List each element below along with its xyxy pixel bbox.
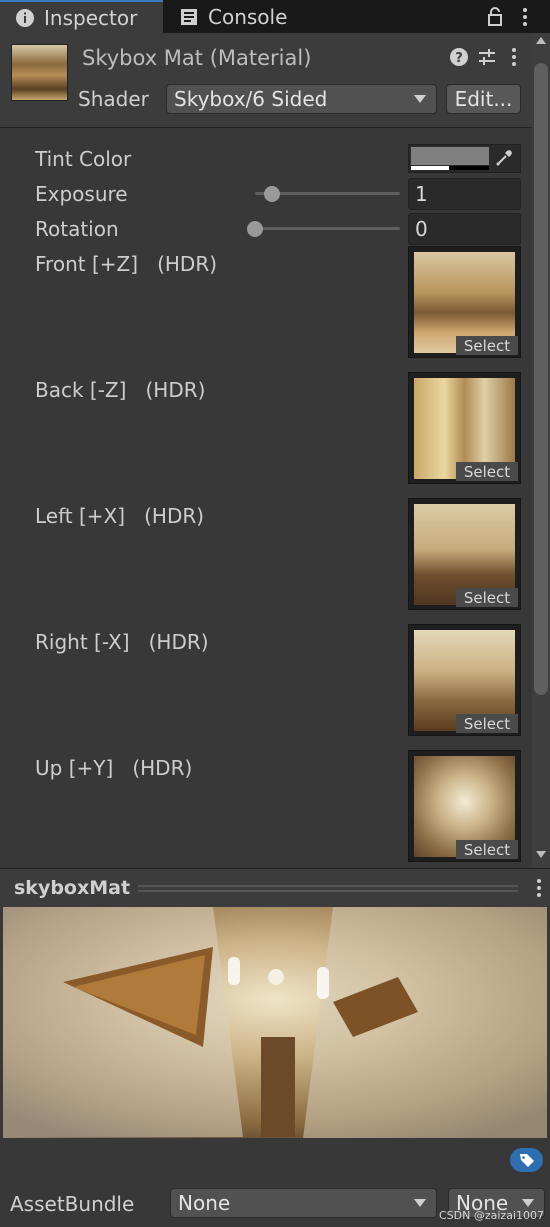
rotation-label: Rotation xyxy=(35,217,119,241)
select-button[interactable]: Select xyxy=(456,588,518,607)
assetbundle-dropdown[interactable]: None xyxy=(170,1188,437,1218)
context-menu-icon[interactable] xyxy=(509,47,519,71)
texture-slot-up[interactable]: Select xyxy=(408,750,521,862)
texture-slot-right[interactable]: Select xyxy=(408,624,521,736)
skybox-preview-image xyxy=(3,907,547,1138)
material-header: Skybox Mat (Material) ? Shader Skybox/6 … xyxy=(0,33,550,128)
svg-text:?: ? xyxy=(455,51,463,66)
tab-console[interactable]: Console xyxy=(178,0,287,33)
exposure-label: Exposure xyxy=(35,182,128,206)
shader-label: Shader xyxy=(78,87,149,111)
shader-value: Skybox/6 Sided xyxy=(174,87,328,111)
presets-icon[interactable] xyxy=(477,47,497,71)
shader-dropdown[interactable]: Skybox/6 Sided xyxy=(166,84,437,114)
material-properties: Tint Color Exposure 1 Rotation 0 Front [… xyxy=(0,128,532,868)
texture-label-back: Back [-Z] (HDR) xyxy=(35,378,206,402)
info-icon xyxy=(14,7,36,29)
material-preview[interactable] xyxy=(3,907,547,1138)
tab-inspector-label: Inspector xyxy=(44,5,138,30)
preview-header[interactable]: skyboxMat xyxy=(0,868,550,907)
select-button[interactable]: Select xyxy=(456,336,518,355)
texture-slot-back[interactable]: Select xyxy=(408,372,521,484)
asset-label-tag-icon[interactable] xyxy=(510,1148,543,1172)
scrollbar-thumb[interactable] xyxy=(534,63,548,695)
texture-slot-front[interactable]: Select xyxy=(408,246,521,358)
drag-grip[interactable] xyxy=(138,885,518,887)
chevron-down-icon xyxy=(414,95,426,103)
chevron-down-icon xyxy=(414,1199,426,1207)
material-title: Skybox Mat (Material) xyxy=(82,46,312,70)
eyedropper-icon[interactable] xyxy=(494,148,514,172)
select-button[interactable]: Select xyxy=(456,714,518,733)
select-button[interactable]: Select xyxy=(456,840,518,859)
help-icon[interactable]: ? xyxy=(449,47,469,71)
assetbundle-value: None xyxy=(178,1191,231,1215)
tint-color-label: Tint Color xyxy=(35,147,132,171)
material-thumbnail xyxy=(11,44,68,101)
scroll-down-icon[interactable] xyxy=(536,851,546,858)
preview-menu-icon[interactable] xyxy=(534,878,544,902)
preview-title: skyboxMat xyxy=(14,877,131,899)
tab-console-label: Console xyxy=(208,4,288,29)
drag-grip[interactable] xyxy=(138,890,518,892)
texture-label-up: Up [+Y] (HDR) xyxy=(35,756,193,780)
texture-label-right: Right [-X] (HDR) xyxy=(35,630,209,654)
texture-slot-left[interactable]: Select xyxy=(408,498,521,610)
tint-alpha-black xyxy=(449,166,489,170)
select-button[interactable]: Select xyxy=(456,462,518,481)
tab-inspector[interactable]: Inspector xyxy=(0,0,163,33)
exposure-field[interactable]: 1 xyxy=(408,178,521,210)
tint-color-swatch xyxy=(411,147,489,165)
exposure-slider-handle[interactable] xyxy=(264,186,281,202)
rotation-slider-handle[interactable] xyxy=(247,221,263,237)
rotation-field[interactable]: 0 xyxy=(408,213,521,245)
tint-color-field[interactable] xyxy=(408,144,521,173)
lock-icon[interactable] xyxy=(486,6,504,32)
texture-label-left: Left [+X] (HDR) xyxy=(35,504,205,528)
watermark: CSDN @zaizai1007 xyxy=(439,1209,544,1222)
rotation-slider-track[interactable] xyxy=(255,227,400,230)
console-icon xyxy=(178,6,200,28)
scroll-up-icon[interactable] xyxy=(536,37,546,44)
chevron-down-icon xyxy=(522,1199,534,1207)
tab-bar: Inspector Console xyxy=(0,0,550,33)
assetbundle-label: AssetBundle xyxy=(10,1192,135,1216)
tab-menu-icon[interactable] xyxy=(520,7,530,31)
inspector-scrollbar[interactable] xyxy=(532,33,550,868)
footer: AssetBundle None None CSDN @zaizai1007 xyxy=(0,1140,550,1227)
edit-shader-button[interactable]: Edit... xyxy=(446,84,521,114)
texture-label-front: Front [+Z] (HDR) xyxy=(35,252,218,276)
tint-alpha-white xyxy=(411,166,449,170)
